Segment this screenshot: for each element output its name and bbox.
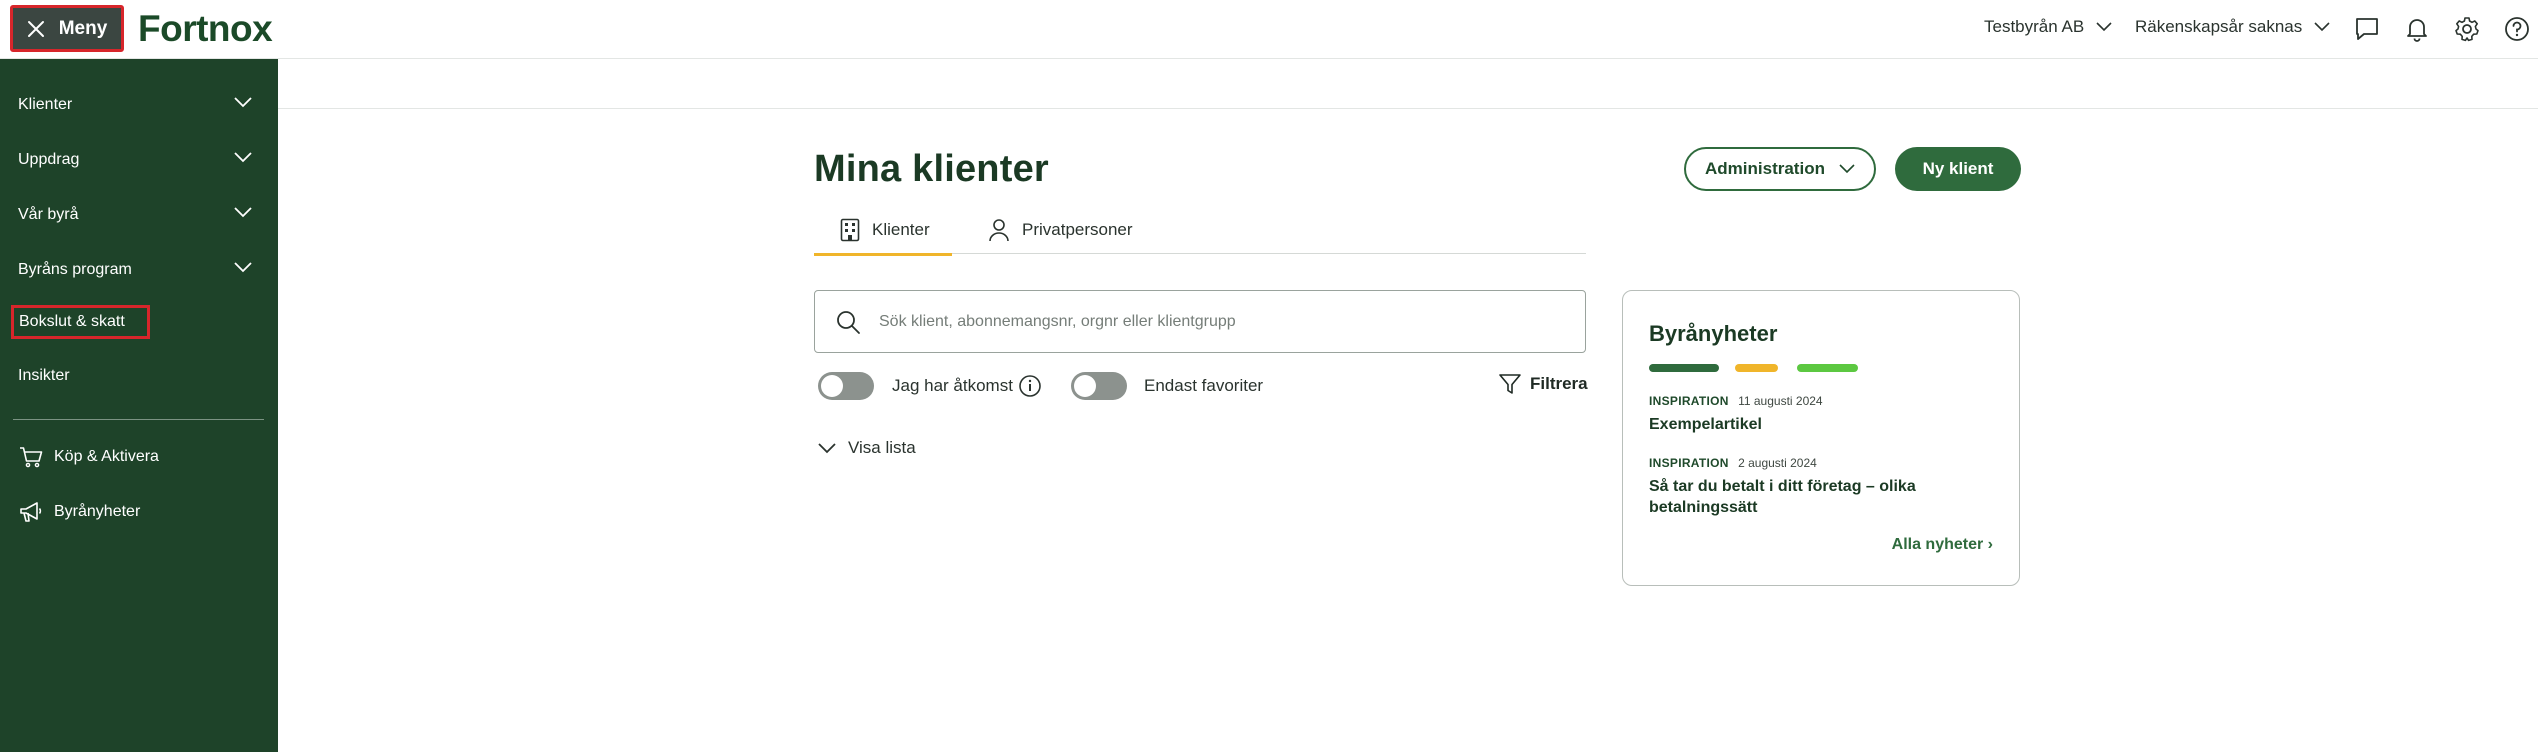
news-item-date: 11 augusti 2024 — [1738, 394, 1823, 408]
tab-privatpersoner[interactable]: Privatpersoner — [974, 206, 1133, 254]
content-header-divider — [278, 108, 2538, 109]
news-item-meta: INSPIRATION 11 augusti 2024 — [1649, 394, 1999, 408]
fortnox-logo[interactable]: Fortnox — [138, 6, 282, 50]
news-card: Byrånyheter INSPIRATION 11 augusti 2024 … — [1622, 290, 2020, 586]
all-news-link[interactable]: Alla nyheter › — [1892, 536, 1993, 554]
news-item-title[interactable]: Så tar du betalt i ditt företag – olika … — [1649, 476, 1999, 518]
sidebar-item-label: Insikter — [18, 367, 70, 384]
search-placeholder: Sök klient, abonnemangsnr, orgnr eller k… — [879, 312, 1236, 330]
show-list-label: Visa lista — [848, 438, 916, 457]
chevron-down-icon — [234, 262, 252, 273]
chevron-down-icon — [818, 442, 836, 453]
filter-button[interactable]: Filtrera — [1498, 372, 1588, 396]
news-item: INSPIRATION 11 augusti 2024 Exempelartik… — [1649, 394, 1999, 435]
sidebar-item-bokslut-skatt[interactable]: Bokslut & skatt — [0, 302, 278, 342]
cart-icon — [18, 444, 44, 470]
sidebar-item-byrans-program[interactable]: Byråns program — [0, 250, 278, 290]
access-toggle[interactable] — [818, 372, 874, 400]
news-item-category: INSPIRATION — [1649, 394, 1729, 408]
news-color-bar-green — [1649, 364, 1719, 372]
show-list-toggle[interactable]: Visa lista — [818, 438, 916, 458]
news-color-bar-yellow — [1735, 364, 1778, 372]
gear-icon — [2455, 17, 2479, 42]
info-icon[interactable] — [1018, 374, 1042, 398]
access-toggle-label: Jag har åtkomst — [892, 376, 1013, 395]
news-item-date: 2 augusti 2024 — [1738, 456, 1817, 470]
company-select[interactable]: Testbyrån AB — [1984, 17, 2112, 37]
help-icon — [2505, 17, 2529, 41]
chevron-down-icon — [234, 207, 252, 218]
logo-text: Fortnox — [138, 8, 273, 49]
tab-label: Privatpersoner — [1022, 220, 1133, 239]
news-color-bar-lightgreen — [1797, 364, 1858, 372]
sidebar-item-var-byra[interactable]: Vår byrå — [0, 195, 278, 235]
sidebar-item-label: Köp & Aktivera — [54, 448, 159, 465]
client-tabs: Klienter Privatpersoner — [814, 206, 1586, 256]
sidebar-item-label: Klienter — [18, 96, 73, 113]
new-client-button-label: Ny klient — [1922, 159, 1994, 178]
building-icon — [840, 218, 860, 242]
favorites-toggle[interactable] — [1071, 372, 1127, 400]
megaphone-icon — [18, 499, 44, 525]
favorites-toggle-label: Endast favoriter — [1144, 376, 1264, 395]
sidebar-item-klienter[interactable]: Klienter — [0, 85, 278, 125]
sidebar-item-uppdrag[interactable]: Uppdrag — [0, 140, 278, 180]
administration-button[interactable]: Administration — [1684, 147, 1876, 191]
menu-toggle-button[interactable]: Meny — [10, 5, 124, 52]
chevron-down-icon — [2096, 22, 2112, 32]
client-search-input[interactable]: Sök klient, abonnemangsnr, orgnr eller k… — [814, 290, 1586, 353]
bell-icon — [2407, 19, 2427, 42]
chevron-down-icon — [234, 97, 252, 108]
help-button[interactable] — [2502, 14, 2532, 44]
sidebar-item-byranyheter[interactable]: Byrånyheter — [0, 492, 278, 532]
sidebar-item-label: Byrånyheter — [54, 503, 141, 520]
sidebar-item-label: Uppdrag — [18, 151, 80, 168]
page-title: Mina klienter — [814, 148, 1049, 190]
close-icon — [27, 20, 44, 37]
sidebar-divider — [13, 419, 264, 420]
fiscal-year-select[interactable]: Räkenskapsår saknas — [2135, 17, 2330, 37]
notifications-button[interactable] — [2402, 14, 2432, 44]
fiscal-year-select-label: Räkenskapsår saknas — [2135, 17, 2303, 36]
filter-label: Filtrera — [1530, 374, 1588, 393]
sidebar: Klienter Uppdrag Vår byrå Byråns program… — [0, 59, 278, 752]
news-item-category: INSPIRATION — [1649, 456, 1729, 470]
news-item: INSPIRATION 2 augusti 2024 Så tar du bet… — [1649, 456, 1999, 518]
chevron-down-icon — [1839, 164, 1855, 174]
sidebar-item-label: Byråns program — [18, 261, 132, 278]
filter-icon — [1499, 374, 1521, 394]
menu-label: Meny — [58, 17, 108, 39]
news-item-title[interactable]: Exempelartikel — [1649, 414, 1999, 435]
top-bar: Meny Fortnox Testbyrån AB Räkenskapsår s… — [0, 0, 2538, 59]
sidebar-item-label: Bokslut & skatt — [11, 305, 150, 339]
messages-button[interactable] — [2352, 14, 2382, 44]
news-item-meta: INSPIRATION 2 augusti 2024 — [1649, 456, 1999, 470]
company-select-label: Testbyrån AB — [1984, 17, 2085, 36]
person-icon — [989, 219, 1009, 242]
chevron-down-icon — [234, 152, 252, 163]
sidebar-item-label: Vår byrå — [18, 206, 79, 223]
chevron-down-icon — [2314, 22, 2330, 32]
new-client-button[interactable]: Ny klient — [1895, 147, 2021, 191]
tab-label: Klienter — [872, 220, 930, 239]
chat-icon — [2356, 18, 2378, 40]
news-heading: Byrånyheter — [1649, 321, 1778, 346]
sidebar-item-kop-aktivera[interactable]: Köp & Aktivera — [0, 437, 278, 477]
tab-klienter[interactable]: Klienter — [814, 206, 952, 256]
search-icon — [837, 310, 860, 334]
settings-button[interactable] — [2452, 14, 2482, 44]
sidebar-item-insikter[interactable]: Insikter — [0, 356, 278, 396]
administration-button-label: Administration — [1705, 159, 1825, 178]
